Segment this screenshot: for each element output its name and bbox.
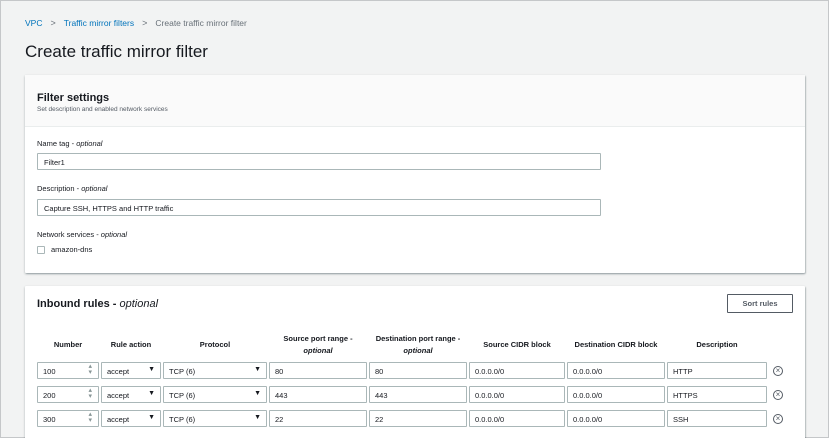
breadcrumb-vpc[interactable]: VPC [25, 18, 42, 28]
protocol-select[interactable]: TCP (6) ▼ [163, 410, 267, 427]
protocol-select[interactable]: TCP (6) ▼ [163, 386, 267, 403]
col-number: Number [53, 340, 83, 349]
remove-circle-icon[interactable]: × [773, 414, 783, 424]
source-port-input[interactable]: 80 [269, 362, 367, 379]
filter-settings-panel: Filter settings Set description and enab… [25, 75, 805, 273]
chevron-right-icon: > [142, 18, 148, 28]
amazon-dns-label: amazon-dns [51, 245, 93, 254]
name-tag-input[interactable]: Filter1 [37, 153, 601, 170]
page-frame: VPC > Traffic mirror filters > Create tr… [0, 0, 829, 438]
destination-port-input[interactable]: 443 [369, 386, 467, 403]
col-destination-cidr: Destination CIDR block [574, 340, 658, 349]
description-cell-input[interactable]: HTTPS [667, 386, 767, 403]
source-port-input[interactable]: 443 [269, 386, 367, 403]
stepper-icon[interactable]: ▴ ▾ [88, 411, 92, 424]
source-port-input[interactable]: 22 [269, 410, 367, 427]
chevron-right-icon: > [50, 18, 56, 28]
caret-down-icon: ▼ [254, 366, 261, 373]
filter-settings-title: Filter settings [37, 92, 110, 104]
destination-port-input[interactable]: 80 [369, 362, 467, 379]
caret-down-icon: ▼ [254, 414, 261, 421]
rule-number-input[interactable]: 200 ▴ ▾ [37, 386, 99, 403]
amazon-dns-option[interactable]: amazon-dns [37, 245, 92, 254]
stepper-icon[interactable]: ▴ ▾ [88, 363, 92, 376]
inbound-rules-title: Inbound rules - optional [37, 298, 159, 310]
inbound-rules-panel: Inbound rules - optional Sort rules Numb… [25, 286, 805, 438]
description-cell-input[interactable]: HTTP [667, 362, 767, 379]
col-rule-action: Rule action [110, 340, 152, 349]
source-cidr-input[interactable]: 0.0.0.0/0 [469, 386, 565, 403]
description-cell-input[interactable]: SSH [667, 410, 767, 427]
description-label: Description - optional [37, 184, 108, 193]
remove-circle-icon[interactable]: × [773, 390, 783, 400]
destination-cidr-input[interactable]: 0.0.0.0/0 [567, 362, 665, 379]
filter-settings-description: Set description and enabled network serv… [37, 106, 168, 113]
filter-settings-header: Filter settings Set description and enab… [25, 75, 805, 127]
remove-circle-icon[interactable]: × [773, 366, 783, 376]
breadcrumb: VPC > Traffic mirror filters > Create tr… [25, 18, 247, 28]
page-title: Create traffic mirror filter [25, 42, 208, 61]
caret-down-icon: ▼ [148, 366, 155, 373]
rule-action-select[interactable]: accept ▼ [101, 362, 161, 379]
col-source-cidr: Source CIDR block [483, 340, 551, 349]
destination-port-input[interactable]: 22 [369, 410, 467, 427]
description-input[interactable]: Capture SSH, HTTPS and HTTP traffic [37, 199, 601, 216]
caret-down-icon: ▼ [148, 390, 155, 397]
breadcrumb-traffic-mirror-filters[interactable]: Traffic mirror filters [64, 18, 134, 28]
name-tag-label: Name tag - optional [37, 139, 103, 148]
col-description: Description [696, 340, 738, 349]
amazon-dns-checkbox[interactable] [37, 245, 45, 254]
source-cidr-input[interactable]: 0.0.0.0/0 [469, 362, 565, 379]
breadcrumb-current: Create traffic mirror filter [155, 18, 247, 28]
destination-cidr-input[interactable]: 0.0.0.0/0 [567, 410, 665, 427]
destination-cidr-input[interactable]: 0.0.0.0/0 [567, 386, 665, 403]
rule-action-select[interactable]: accept ▼ [101, 410, 161, 427]
col-source-port: Source port range - optional [283, 334, 353, 355]
col-protocol: Protocol [199, 340, 231, 349]
stepper-icon[interactable]: ▴ ▾ [88, 387, 92, 400]
rule-number-input[interactable]: 100 ▴ ▾ [37, 362, 99, 379]
protocol-select[interactable]: TCP (6) ▼ [163, 362, 267, 379]
caret-down-icon: ▼ [148, 414, 155, 421]
network-services-label: Network services - optional [37, 230, 128, 239]
source-cidr-input[interactable]: 0.0.0.0/0 [469, 410, 565, 427]
col-destination-port: Destination port range - optional [375, 334, 461, 355]
rule-number-input[interactable]: 300 ▴ ▾ [37, 410, 99, 427]
sort-rules-button[interactable]: Sort rules [727, 294, 793, 313]
rule-action-select[interactable]: accept ▼ [101, 386, 161, 403]
caret-down-icon: ▼ [254, 390, 261, 397]
